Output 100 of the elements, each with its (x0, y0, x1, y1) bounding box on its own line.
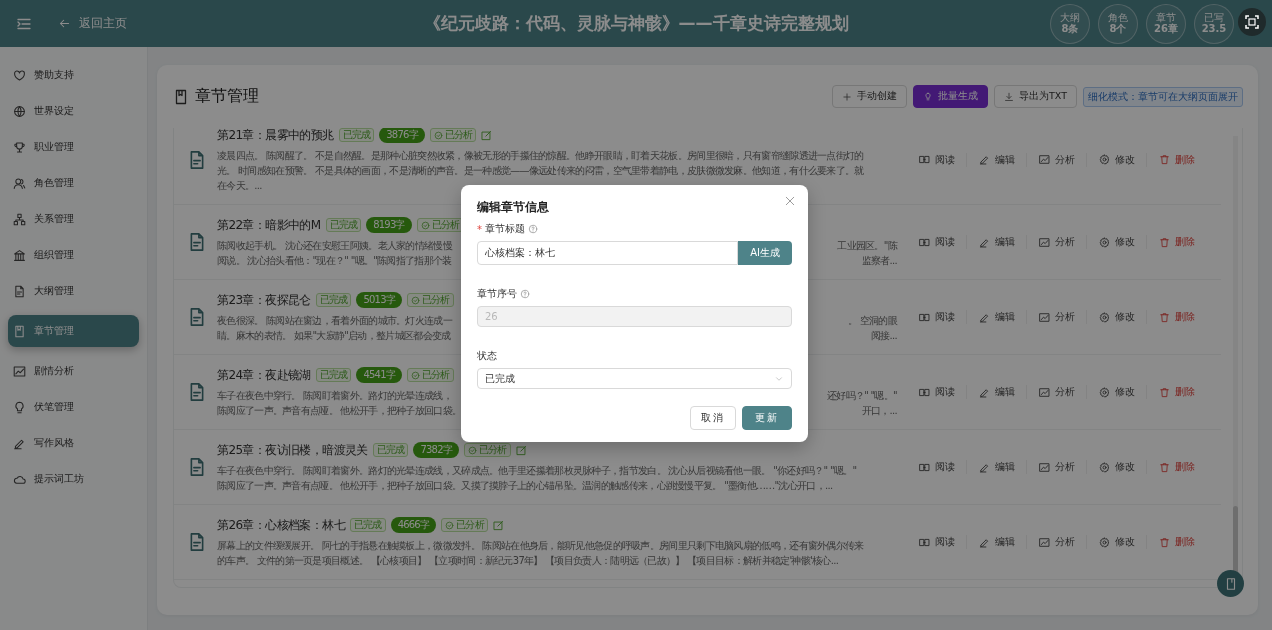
action-button[interactable]: 分析 (1027, 310, 1087, 324)
action-button[interactable]: 编辑 (967, 460, 1027, 474)
page-title: 《纪元歧路：代码、灵脉与神骸》——千章史诗完整规划 (423, 13, 849, 33)
action-button[interactable]: 编辑 (967, 235, 1027, 249)
pen-icon (978, 536, 990, 548)
edit-icon[interactable] (481, 129, 493, 141)
trash-icon (1159, 154, 1170, 165)
edit-icon[interactable] (492, 519, 504, 531)
sidebar-item[interactable]: 职业管理 (8, 133, 139, 161)
chapter-title[interactable]: 第21章：晨雾中的预兆 (217, 128, 334, 144)
sidebar-item[interactable]: 大纲管理 (8, 277, 139, 305)
action-button[interactable]: 编辑 (967, 385, 1027, 399)
check-circle-icon (410, 295, 420, 305)
line-chart-icon (1038, 461, 1050, 473)
line-chart-icon (1038, 536, 1050, 548)
action-button[interactable]: 修改 (1087, 385, 1147, 399)
action-button[interactable]: 删除 (1147, 310, 1207, 324)
status-tag: 已完成 (338, 128, 375, 142)
fullscreen-icon[interactable] (1238, 8, 1266, 36)
sidebar-item[interactable]: 世界设定 (8, 97, 139, 125)
toolbar-button[interactable]: 批量生成 (913, 85, 989, 108)
ai-generate-button[interactable]: AI生成 (738, 241, 792, 265)
action-button[interactable]: 阅读 (907, 152, 967, 167)
hierarchy-icon (13, 212, 26, 226)
action-button[interactable]: 修改 (1087, 152, 1147, 167)
action-button[interactable]: 阅读 (907, 385, 967, 399)
action-button[interactable]: 删除 (1147, 385, 1207, 399)
bulb-icon (13, 400, 26, 414)
action-button[interactable]: 编辑 (967, 152, 1027, 167)
word-count-badge: 3876字 (379, 128, 425, 143)
gear-icon (1098, 536, 1110, 548)
action-button[interactable]: 分析 (1027, 152, 1087, 167)
action-button[interactable]: 分析 (1027, 235, 1087, 249)
chapter-excerpt: 阅接... (870, 329, 897, 343)
floating-button[interactable] (1217, 570, 1244, 597)
action-button[interactable]: 分析 (1027, 460, 1087, 474)
sidebar-item[interactable]: 角色管理 (8, 169, 139, 197)
sidebar-item[interactable]: 伏笔管理 (8, 393, 139, 421)
edit-icon[interactable] (515, 444, 527, 456)
analysis-tag: 已分析 (441, 518, 488, 532)
action-button[interactable]: 阅读 (907, 535, 967, 549)
line-chart-icon (1038, 311, 1050, 323)
status-select[interactable]: 已完成 (477, 368, 792, 389)
toolbar-button[interactable]: 手动创建 (832, 85, 908, 108)
chapter-excerpt: 还好吗？" "嗯。" (827, 389, 897, 403)
action-button[interactable]: 删除 (1147, 152, 1207, 167)
action-button[interactable]: 删除 (1147, 235, 1207, 249)
stat-label: 章节 (1156, 12, 1176, 23)
chapter-title[interactable]: 第23章：夜探昆仑 (217, 291, 311, 309)
sidebar-item[interactable]: 关系管理 (8, 205, 139, 233)
toolbar-button[interactable]: 导出为TXT (994, 85, 1077, 108)
action-button[interactable]: 修改 (1087, 535, 1147, 549)
action-button[interactable]: 分析 (1027, 385, 1087, 399)
chapter-title[interactable]: 第24章：夜赴镜湖 (217, 366, 311, 384)
close-button[interactable] (784, 195, 796, 207)
sidebar-item[interactable]: 组织管理 (8, 241, 139, 269)
action-button[interactable]: 阅读 (907, 460, 967, 474)
globe-icon (13, 104, 26, 118)
action-button[interactable]: 修改 (1087, 310, 1147, 324)
stat-value: 23.5 (1201, 23, 1227, 35)
trash-icon (1159, 461, 1170, 473)
sidebar-item[interactable]: 提示词工坊 (8, 465, 139, 493)
action-button[interactable]: 修改 (1087, 460, 1147, 474)
action-button[interactable]: 删除 (1147, 460, 1207, 474)
line-chart-icon (1038, 154, 1050, 165)
action-button[interactable]: 编辑 (967, 535, 1027, 549)
word-count-badge: 5013字 (356, 292, 402, 308)
action-button[interactable]: 编辑 (967, 310, 1027, 324)
action-button[interactable]: 分析 (1027, 535, 1087, 549)
back-button[interactable]: 返回主页 (58, 15, 127, 32)
open-book-icon (918, 536, 930, 548)
stat-value: 8条 (1061, 23, 1079, 35)
sidebar-item[interactable]: 章节管理 (8, 315, 139, 347)
action-button[interactable]: 阅读 (907, 310, 967, 324)
action-button[interactable]: 修改 (1087, 235, 1147, 249)
word-count-badge: 7382字 (413, 442, 459, 458)
action-button[interactable]: 阅读 (907, 235, 967, 249)
help-icon[interactable] (528, 224, 538, 234)
sidebar-item[interactable]: 写作风格 (8, 429, 139, 457)
chapter-title[interactable]: 第26章：心核档案：林七 (217, 516, 346, 534)
open-book-icon (918, 386, 930, 398)
trash-icon (1159, 386, 1170, 398)
open-book-icon (918, 154, 930, 165)
action-button[interactable]: 删除 (1147, 535, 1207, 549)
line-chart-icon (13, 364, 26, 378)
chapter-excerpt: 阅说。 沈心抬头看他："现在？" "嗯。"陈阅指了指那个装 (217, 254, 452, 268)
cancel-button[interactable]: 取消 (690, 406, 736, 430)
pen-icon (978, 236, 990, 248)
sidebar-item[interactable]: 剧情分析 (8, 357, 139, 385)
line-chart-icon (1038, 386, 1050, 398)
title-field[interactable]: 心核档案：林七 (477, 241, 739, 265)
chapter-title[interactable]: 第25章：夜访旧楼，暗渡灵关 (217, 441, 368, 459)
document-icon (13, 284, 26, 298)
check-circle-icon (420, 220, 430, 230)
chapter-title[interactable]: 第22章：暗影中的M (217, 216, 321, 234)
stat-label: 大纲 (1060, 12, 1080, 23)
update-button[interactable]: 更新 (742, 406, 792, 430)
trash-icon (1159, 536, 1170, 548)
sidebar-item[interactable]: 赞助支持 (8, 61, 139, 89)
chapter-excerpt: 车子在夜色中穿行。 陈阅盯着窗外。路灯的光晕连成线， (217, 389, 452, 403)
